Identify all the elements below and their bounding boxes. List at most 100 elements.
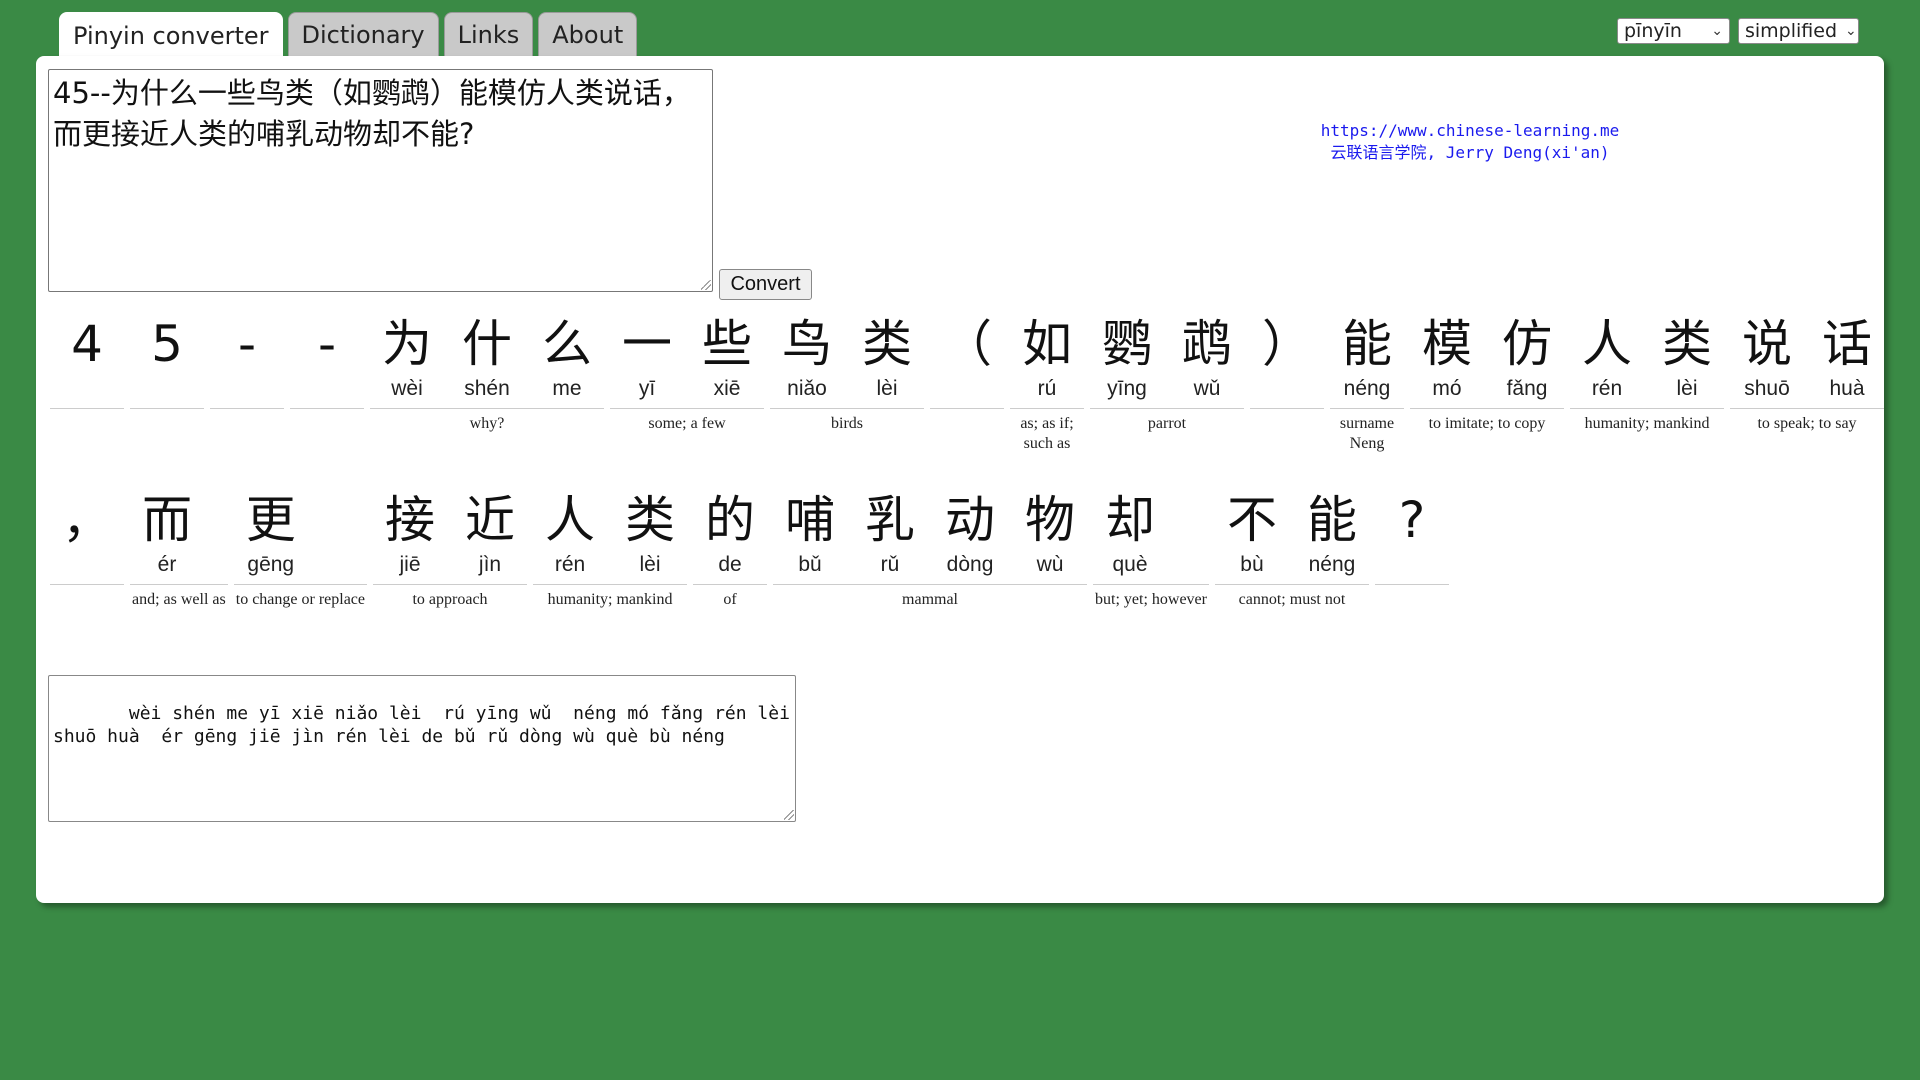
hanzi: 仿 — [1502, 315, 1552, 373]
convert-button[interactable]: Convert — [719, 269, 812, 300]
word-characters: 鹦 yīng 鹉 wǔ — [1090, 314, 1244, 409]
word-group[interactable]: 5 — [130, 314, 204, 414]
word-group[interactable]: ） — [1250, 314, 1324, 414]
annotation-row: ， 而 ér and; as well as 更 gēng to change or rep… — [50, 490, 1890, 610]
character-cell: 的 de — [693, 490, 767, 580]
tab-dictionary[interactable]: Dictionary — [287, 12, 439, 56]
hanzi: 能 — [1306, 491, 1357, 549]
pinyin: néng — [1343, 377, 1391, 400]
hanzi: 的 — [705, 491, 756, 549]
word-group[interactable]: 更 gēng to change or replace — [233, 490, 368, 610]
word-group[interactable]: 鹦 yīng 鹉 wǔ parrot — [1090, 314, 1244, 434]
word-group[interactable]: 人 rén 类 lèi humanity; mankind — [533, 490, 688, 610]
pinyin: gēng — [247, 553, 295, 576]
word-group[interactable]: 模 mó 仿 fǎng to imitate; to copy — [1410, 314, 1564, 434]
pinyin: niǎo — [787, 377, 827, 400]
tab-about[interactable]: About — [538, 12, 638, 56]
gloss — [1375, 585, 1449, 590]
character-cell: 能 néng — [1295, 490, 1369, 580]
word-group[interactable]: 鸟 niǎo 类 lèi birds — [770, 314, 924, 434]
pinyin: xiē — [713, 377, 741, 400]
pinyin: wǔ — [1193, 377, 1221, 400]
word-characters: ? — [1374, 490, 1449, 585]
tab-bar: Pinyin converter Dictionary Links About — [59, 12, 638, 58]
word-group[interactable]: ? — [1374, 490, 1449, 590]
hanzi: 类 — [862, 315, 912, 373]
hanzi: 能 — [1342, 315, 1392, 373]
word-group[interactable]: 接 jiē 近 jìn to approach — [373, 490, 528, 610]
word-group[interactable]: 说 shuō 话 huà to speak; to say — [1730, 314, 1884, 434]
word-characters: 更 gēng — [233, 490, 368, 585]
word-characters: - — [210, 314, 284, 409]
word-characters: 的 de — [693, 490, 768, 585]
pinyin — [290, 374, 364, 404]
hanzi: （ — [942, 315, 992, 373]
word-group[interactable]: 而 ér and; as well as — [130, 490, 228, 610]
character-cell: 而 ér — [130, 490, 204, 580]
hanzi: 说 — [1742, 315, 1792, 373]
character-cell: - — [290, 314, 364, 404]
gloss: humanity; mankind — [1584, 415, 1710, 432]
character-cell: 接 jiē — [373, 490, 447, 580]
gloss: to speak; to say — [1757, 415, 1857, 432]
gloss: humanity; mankind — [547, 591, 673, 608]
character-cell: 鹉 wǔ — [1170, 314, 1244, 404]
hanzi: 如 — [1022, 315, 1072, 373]
word-group[interactable]: 哺 bǔ 乳 rǔ 动 dòng 物 wù mammal — [773, 490, 1088, 610]
word-group[interactable]: 4 — [50, 314, 124, 414]
character-cell: 类 lèi — [613, 490, 687, 580]
word-group[interactable]: - — [290, 314, 364, 414]
character-cell: 鸟 niǎo — [770, 314, 844, 404]
character-cell: 能 néng — [1330, 314, 1404, 404]
pinyin — [1375, 550, 1449, 580]
gloss: surname Neng — [1339, 415, 1395, 452]
options-bar: pīnyīn ⌄ simplified ⌄ — [1617, 18, 1859, 44]
character-cell: 4 — [50, 314, 124, 404]
hanzi: - — [237, 315, 257, 373]
hanzi: 人 — [1582, 315, 1632, 373]
tab-links[interactable]: Links — [443, 12, 534, 56]
tab-pinyin-converter[interactable]: Pinyin converter — [59, 12, 283, 58]
hanzi: 鹉 — [1182, 315, 1232, 373]
word-characters: 模 mó 仿 fǎng — [1410, 314, 1564, 409]
character-cell: 类 lèi — [1650, 314, 1724, 404]
word-group[interactable]: 不 bù 能 néng cannot; must not — [1214, 490, 1369, 610]
word-characters: 4 — [50, 314, 124, 409]
word-group[interactable]: 的 de of — [693, 490, 768, 610]
tone-mode-select[interactable]: pīnyīn ⌄ — [1617, 18, 1730, 44]
pinyin — [130, 374, 204, 404]
pinyin: shén — [464, 377, 510, 400]
character-cell: 如 rú — [1010, 314, 1084, 404]
hanzi: 为 — [382, 315, 432, 373]
chinese-input-textarea[interactable]: 45--为什么一些鸟类（如鹦鹉）能模仿人类说话，而更接近人类的哺乳动物却不能? — [48, 69, 713, 292]
gloss: mammal — [902, 591, 958, 608]
resize-grip-icon[interactable] — [784, 810, 794, 820]
pinyin-output-textarea[interactable]: wèi shén me yī xiē niǎo lèi rú yīng wǔ n… — [48, 675, 796, 822]
hanzi: 什 — [462, 315, 512, 373]
word-characters: 接 jiē 近 jìn — [373, 490, 528, 585]
character-cell: （ — [930, 314, 1004, 404]
word-group[interactable]: 却 què but; yet; however — [1093, 490, 1209, 610]
word-group[interactable]: （ — [930, 314, 1004, 414]
word-group[interactable]: ， — [50, 490, 124, 590]
hanzi: 人 — [545, 491, 596, 549]
word-group[interactable]: 能 néng surname Neng — [1330, 314, 1404, 454]
gloss — [290, 409, 364, 414]
resize-grip-icon[interactable] — [701, 280, 711, 290]
hanzi: 近 — [465, 491, 516, 549]
pinyin: lèi — [1676, 377, 1698, 400]
input-text: 45--为什么一些鸟类（如鹦鹉）能模仿人类说话，而更接近人类的哺乳动物却不能? — [53, 76, 691, 151]
site-link[interactable]: https://www.chinese-learning.me — [1321, 121, 1620, 140]
word-group[interactable]: 为 wèi 什 shén 么 me why? — [370, 314, 604, 434]
output-text: wèi shén me yī xiē niǎo lèi rú yīng wǔ n… — [53, 703, 790, 747]
word-group[interactable]: 一 yī 些 xiē some; a few — [610, 314, 764, 434]
word-group[interactable]: 人 rén 类 lèi humanity; mankind — [1570, 314, 1724, 434]
pinyin — [930, 374, 1004, 404]
pinyin: jiē — [399, 553, 421, 576]
word-group[interactable]: 如 rú as; as if; such as — [1010, 314, 1084, 454]
word-characters: 人 rén 类 lèi — [1570, 314, 1724, 409]
word-group[interactable]: - — [210, 314, 284, 414]
script-select[interactable]: simplified ⌄ — [1738, 18, 1859, 44]
character-cell: 哺 bǔ — [773, 490, 847, 580]
hanzi: - — [317, 315, 337, 373]
